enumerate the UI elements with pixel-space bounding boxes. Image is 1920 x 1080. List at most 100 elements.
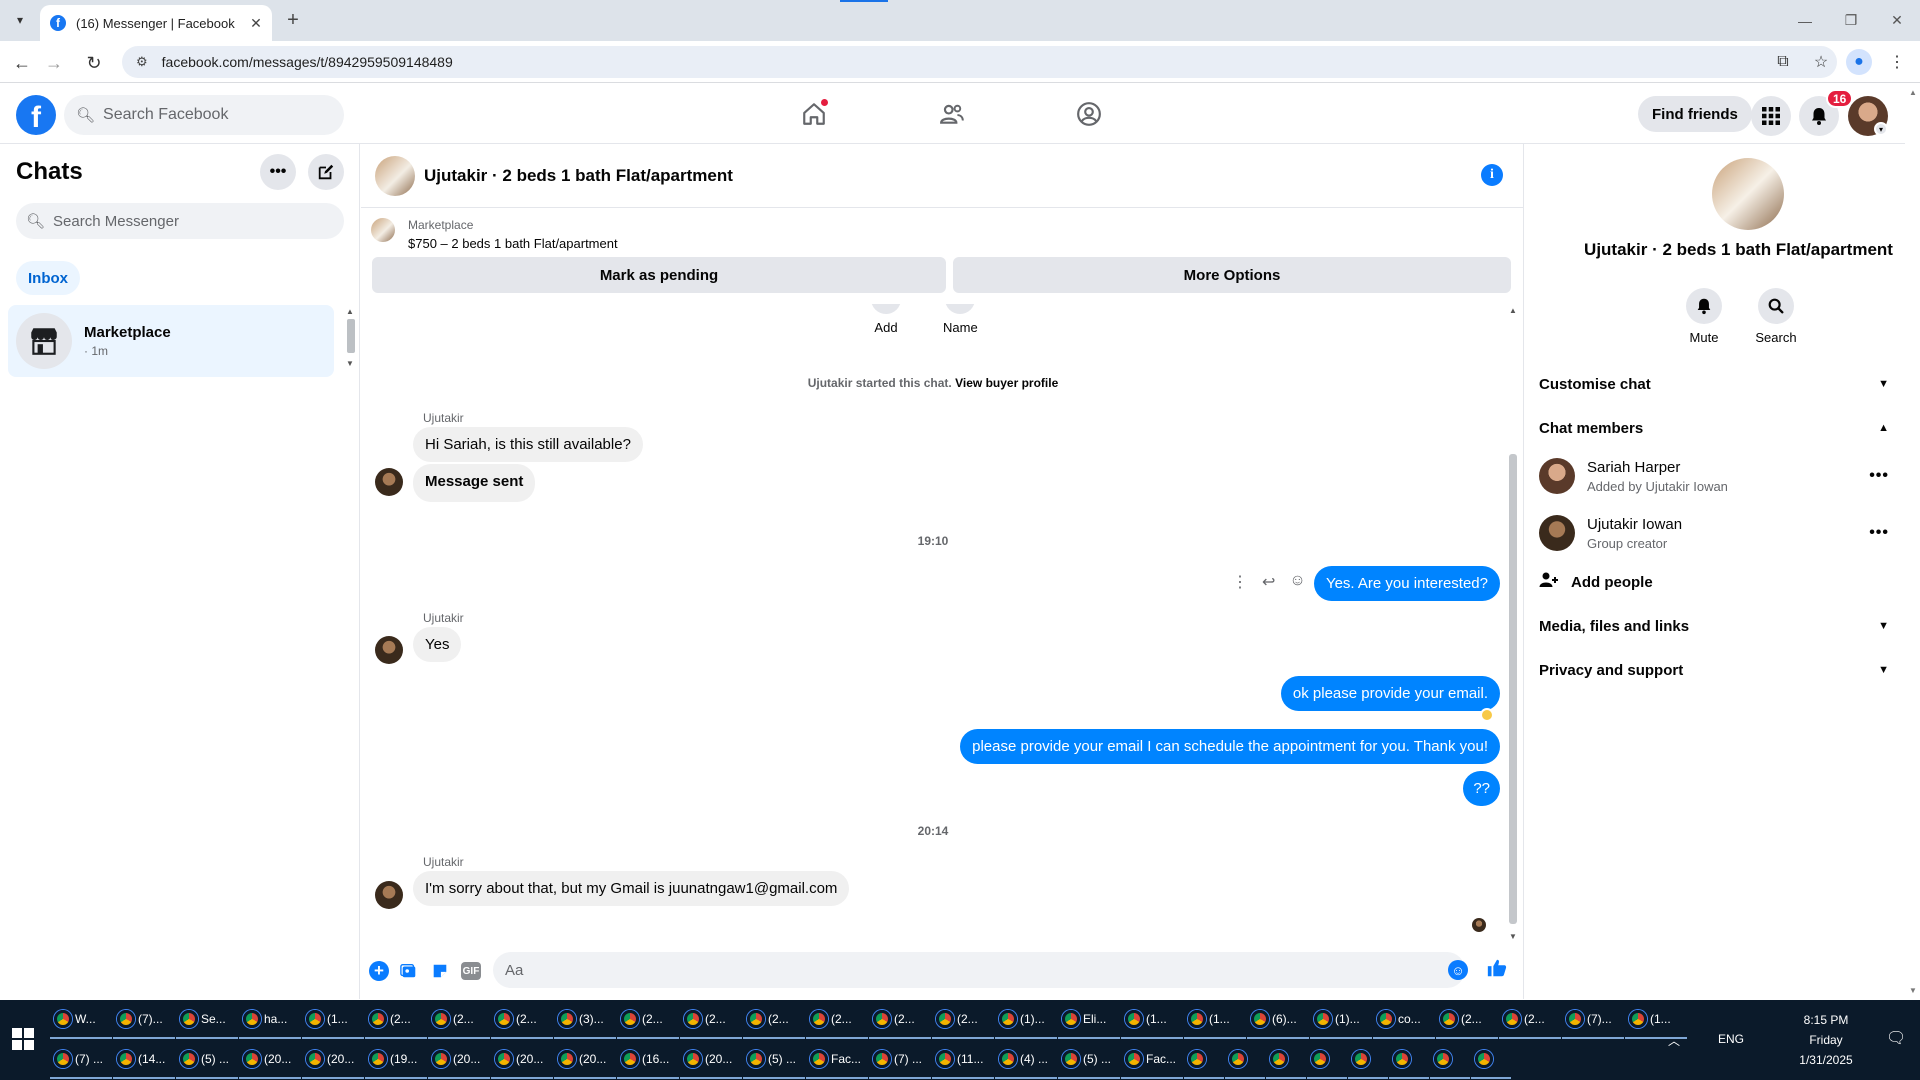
photo-icon[interactable] xyxy=(397,959,421,983)
chevron-down-icon[interactable]: ▾ xyxy=(1874,122,1888,136)
nav-home[interactable] xyxy=(758,94,870,134)
tab-search-icon[interactable]: ▾ xyxy=(8,8,32,32)
windows-start-icon[interactable] xyxy=(12,1028,34,1050)
taskbar-app-button[interactable] xyxy=(1225,1041,1265,1079)
taskbar-app-button[interactable]: (2... xyxy=(743,1001,805,1039)
taskbar-app-button[interactable]: (6)... xyxy=(1247,1001,1309,1039)
taskbar-app-button[interactable]: (1... xyxy=(1184,1001,1246,1039)
page-scrollbar[interactable]: ▲ ▼ xyxy=(1906,84,1920,1000)
thumbs-up-icon[interactable] xyxy=(1486,957,1508,985)
taskbar-app-button[interactable]: (20... xyxy=(491,1041,553,1079)
taskbar-app-button[interactable]: (7)... xyxy=(113,1001,175,1039)
taskbar-app-button[interactable]: (7) ... xyxy=(869,1041,931,1079)
conversation-title[interactable]: Ujutakir · 2 beds 1 bath Flat/apartment xyxy=(424,166,733,186)
taskbar-app-button[interactable]: (7)... xyxy=(1562,1001,1624,1039)
taskbar-app-button[interactable]: (2... xyxy=(491,1001,553,1039)
name-action[interactable]: Name xyxy=(943,304,978,335)
chat-members-section[interactable]: Chat members ▲ xyxy=(1539,406,1895,450)
taskbar-app-button[interactable] xyxy=(1471,1041,1511,1079)
nav-friends[interactable] xyxy=(896,94,1008,134)
member-row[interactable]: Ujutakir Iowan Group creator ••• xyxy=(1539,507,1895,559)
view-buyer-profile-link[interactable]: View buyer profile xyxy=(955,376,1058,390)
add-people-button[interactable]: Add people xyxy=(1539,562,1653,602)
incoming-message[interactable]: Yes xyxy=(413,627,462,662)
scroll-down-icon[interactable]: ▼ xyxy=(346,359,354,368)
taskbar-app-button[interactable]: (3)... xyxy=(554,1001,616,1039)
member-row[interactable]: Sariah Harper Added by Ujutakir Iowan ••… xyxy=(1539,450,1895,502)
taskbar-app-button[interactable]: (20... xyxy=(239,1041,301,1079)
gif-icon[interactable]: GIF xyxy=(461,962,481,980)
notification-center-icon[interactable]: 🗨︎ xyxy=(1886,1028,1906,1048)
language-indicator[interactable]: ENG xyxy=(1718,1032,1744,1046)
forward-icon[interactable]: → xyxy=(40,49,68,77)
chat-info-avatar[interactable] xyxy=(1712,158,1784,230)
sticker-icon[interactable] xyxy=(428,959,452,983)
taskbar-app-button[interactable]: (19... xyxy=(365,1041,427,1079)
scroll-up-icon[interactable]: ▲ xyxy=(1909,88,1917,97)
taskbar-app-button[interactable]: (1... xyxy=(1121,1001,1183,1039)
system-clock[interactable]: 8:15 PM Friday 1/31/2025 xyxy=(1786,1010,1866,1070)
outgoing-message[interactable]: ?? xyxy=(1463,771,1500,806)
taskbar-app-button[interactable] xyxy=(1430,1041,1470,1079)
facebook-logo[interactable]: f xyxy=(16,95,56,135)
sender-avatar[interactable] xyxy=(375,881,403,909)
taskbar-app-button[interactable]: (4) ... xyxy=(995,1041,1057,1079)
taskbar-app-button[interactable] xyxy=(1184,1041,1224,1079)
more-options-icon[interactable]: ••• xyxy=(260,154,296,190)
outgoing-message[interactable]: Yes. Are you interested? xyxy=(1313,566,1500,601)
search-action[interactable]: Search xyxy=(1746,288,1806,345)
taskbar-app-button[interactable]: Eli... xyxy=(1058,1001,1120,1039)
incoming-message[interactable]: Message sent xyxy=(413,464,536,502)
scroll-up-icon[interactable]: ▲ xyxy=(1509,306,1517,315)
taskbar-app-button[interactable]: (20... xyxy=(554,1041,616,1079)
site-info-icon[interactable]: ⚙ xyxy=(136,54,148,70)
mark-as-pending-button[interactable]: Mark as pending xyxy=(372,257,946,293)
show-hidden-icons-icon[interactable]: ︿ xyxy=(1668,1032,1680,1049)
plus-icon[interactable]: + xyxy=(369,961,389,981)
messenger-search-input[interactable]: 🔍︎ Search Messenger xyxy=(16,203,344,239)
find-friends-button[interactable]: Find friends xyxy=(1638,96,1752,132)
taskbar-app-button[interactable]: (2... xyxy=(869,1001,931,1039)
outgoing-message[interactable]: please provide your email I can schedule… xyxy=(960,729,1500,764)
member-options-icon[interactable]: ••• xyxy=(1869,467,1889,485)
browser-tab-active[interactable]: f (16) Messenger | Facebook ✕ xyxy=(40,5,272,41)
react-smile-icon[interactable]: ☺ xyxy=(1289,572,1305,592)
chat-list-scrollbar[interactable]: ▲ ▼ xyxy=(346,307,356,369)
taskbar-app-button[interactable]: W... xyxy=(50,1001,112,1039)
taskbar-app-button[interactable]: (2... xyxy=(806,1001,868,1039)
taskbar-app-button[interactable]: (5) ... xyxy=(176,1041,238,1079)
media-files-section[interactable]: Media, files and links ▼ xyxy=(1539,604,1895,648)
taskbar-app-button[interactable]: (2... xyxy=(680,1001,742,1039)
taskbar-app-button[interactable]: (5) ... xyxy=(743,1041,805,1079)
incoming-message[interactable]: I'm sorry about that, but my Gmail is ju… xyxy=(413,871,850,906)
close-window-icon[interactable]: ✕ xyxy=(1874,0,1920,41)
taskbar-app-button[interactable]: (1... xyxy=(302,1001,364,1039)
nav-profile[interactable] xyxy=(1033,94,1145,134)
taskbar-app-button[interactable]: (14... xyxy=(113,1041,175,1079)
taskbar-app-button[interactable] xyxy=(1307,1041,1347,1079)
scroll-thumb[interactable] xyxy=(347,319,355,353)
profile-icon[interactable]: ● xyxy=(1846,49,1872,75)
scroll-down-icon[interactable]: ▼ xyxy=(1509,932,1517,941)
address-bar[interactable]: ⚙ facebook.com/messages/t/89429595091484… xyxy=(122,46,1837,78)
taskbar-app-button[interactable]: (16... xyxy=(617,1041,679,1079)
taskbar-app-button[interactable]: (2... xyxy=(617,1001,679,1039)
taskbar-app-button[interactable]: (1)... xyxy=(1310,1001,1372,1039)
minimize-icon[interactable]: — xyxy=(1782,0,1828,41)
taskbar-app-button[interactable]: (5) ... xyxy=(1058,1041,1120,1079)
bookmark-star-icon[interactable]: ☆ xyxy=(1808,49,1834,75)
taskbar-app-button[interactable]: Se... xyxy=(176,1001,238,1039)
taskbar-app-button[interactable]: ha... xyxy=(239,1001,301,1039)
outgoing-message[interactable]: ok please provide your email. xyxy=(1280,676,1500,711)
taskbar-app-button[interactable]: (2... xyxy=(428,1001,490,1039)
facebook-search[interactable]: 🔍︎ Search Facebook xyxy=(64,95,344,135)
taskbar-app-button[interactable] xyxy=(1348,1041,1388,1079)
taskbar-app-button[interactable]: Fac... xyxy=(1121,1041,1183,1079)
member-options-icon[interactable]: ••• xyxy=(1869,524,1889,542)
thread-scrollbar[interactable]: ▲ ▼ xyxy=(1506,304,1520,944)
taskbar-app-button[interactable]: (2... xyxy=(1499,1001,1561,1039)
new-tab-button[interactable]: + xyxy=(281,9,305,32)
taskbar-app-button[interactable]: (2... xyxy=(1436,1001,1498,1039)
browser-menu-icon[interactable]: ⋮ xyxy=(1884,49,1910,75)
reload-icon[interactable]: ↻ xyxy=(80,49,108,77)
